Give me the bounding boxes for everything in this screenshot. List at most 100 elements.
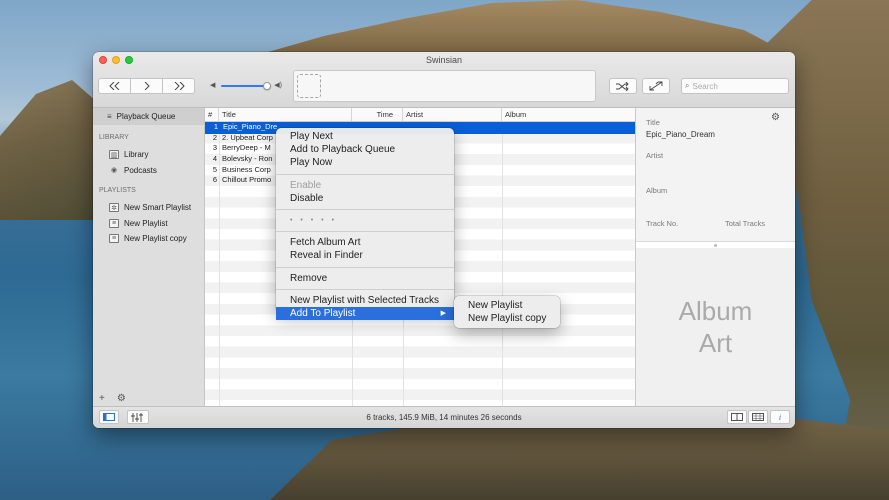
column-view-button[interactable] [727, 410, 747, 424]
playlists-header: PLAYLISTS [99, 187, 136, 194]
sidebar-item-label: Library [124, 150, 149, 160]
album-label: Album [646, 186, 668, 195]
grid-icon [752, 413, 764, 421]
play-button[interactable] [130, 78, 163, 94]
smart-playlist-icon: ✲ [109, 203, 119, 213]
column-header-number[interactable]: # [205, 108, 219, 121]
menu-separator [276, 208, 454, 210]
context-menu: Play Next Add to Playback Queue Play Now… [276, 128, 454, 321]
menu-item-enable: Enable [290, 179, 322, 191]
sidebar-item-library[interactable]: ▥ Library [93, 147, 204, 163]
previous-button[interactable] [98, 78, 131, 94]
search-field[interactable]: ⌕ Search [681, 78, 789, 94]
menu-item-label: Add To Playlist [290, 307, 356, 319]
search-icon: ⌕ [685, 81, 690, 90]
sidebar-item-playback-queue[interactable]: ≡ Playback Queue [93, 108, 204, 125]
menu-item-play-now[interactable]: Play Now [276, 156, 454, 169]
column-header-title[interactable]: Title [219, 108, 352, 121]
track-number: 1 [213, 122, 218, 131]
column-header-album[interactable]: Album [502, 108, 635, 121]
volume-slider[interactable]: ◀ ◀) [210, 81, 282, 91]
submenu-item-new-playlist-copy[interactable]: New Playlist copy [454, 312, 560, 325]
artist-label: Artist [646, 151, 664, 160]
album-art-text: Album [678, 296, 753, 326]
crossfade-button[interactable] [642, 78, 670, 94]
split-handle[interactable] [714, 244, 717, 247]
gear-icon[interactable]: ⚙ [771, 112, 780, 123]
track-number-row: Track No. Total Tracks [646, 219, 785, 228]
title-value[interactable]: Epic_Piano_Dream [646, 130, 785, 139]
track-info: ⚙ Title Epic_Piano_Dream Artist Album Tr… [636, 108, 795, 242]
volume-track [221, 85, 267, 87]
album-art-placeholder: Album Art [636, 248, 795, 406]
submenu-item-new-playlist[interactable]: New Playlist [454, 299, 560, 312]
sidebar-footer: + ⚙ [99, 393, 126, 404]
volume-knob[interactable] [263, 82, 271, 90]
sidebar-item-new-playlist[interactable]: ≡ New Playlist [93, 216, 204, 232]
search-placeholder: Search [692, 81, 718, 91]
menu-item-fetch-album-art[interactable]: Fetch Album Art [276, 236, 454, 249]
status-bar: 6 tracks, 145.9 MiB, 14 minutes 26 secon… [93, 406, 795, 428]
track-number: 6 [212, 175, 217, 185]
track-number: 2 [212, 132, 217, 142]
menu-separator [276, 231, 454, 233]
sidebar-item-label: Podcasts [124, 165, 157, 175]
rewind-icon [108, 82, 119, 90]
menu-item-add-to-playlist[interactable]: Add To Playlist ▶ [276, 306, 454, 321]
crossfade-icon [649, 81, 663, 91]
sidebar-item-label: New Playlist [124, 218, 168, 228]
track-number: 5 [212, 164, 217, 174]
toolbar: Swinsian ◀ ◀) ⌕ Search [93, 52, 795, 108]
sidebar-item-label: New Playlist copy [124, 234, 187, 244]
volume-low-icon: ◀ [210, 82, 216, 89]
menu-item-add-to-queue[interactable]: Add to Playback Queue [276, 143, 454, 156]
album-art-text: Art [698, 328, 733, 358]
columns-icon [731, 413, 743, 421]
play-icon [144, 82, 150, 90]
submenu-arrow-icon: ▶ [440, 309, 446, 317]
menu-separator [276, 288, 454, 290]
sidebar-item-podcasts[interactable]: ◉ Podcasts [93, 163, 204, 179]
info-button[interactable]: i [770, 410, 790, 424]
now-playing-display [293, 70, 596, 102]
menu-item-remove[interactable]: Remove [276, 272, 454, 285]
transport-controls [98, 78, 195, 94]
fast-forward-icon [174, 82, 185, 90]
volume-high-icon: ◀) [274, 82, 282, 89]
track-list-header: # Title Time Artist Album [205, 108, 635, 122]
menu-item-new-playlist-with-selected[interactable]: New Playlist with Selected Tracks [276, 294, 454, 307]
podcast-icon: ◉ [110, 167, 118, 175]
add-to-playlist-submenu: New Playlist New Playlist copy [454, 296, 560, 328]
sidebar-item-new-playlist-copy[interactable]: ≡ New Playlist copy [93, 231, 204, 247]
gear-icon[interactable]: ⚙ [117, 393, 126, 404]
menu-separator [276, 173, 454, 175]
now-playing-artwork [297, 74, 321, 98]
track-number: 4 [212, 154, 217, 164]
sidebar-item-label: Playback Queue [116, 112, 176, 121]
next-button[interactable] [162, 78, 195, 94]
info-icon: i [778, 412, 782, 422]
info-panel: ⚙ Title Epic_Piano_Dream Artist Album Tr… [635, 108, 795, 406]
shuffle-button[interactable] [609, 78, 637, 94]
sidebar: ≡ Playback Queue LIBRARY ▥ Library ◉ Pod… [93, 108, 205, 406]
shuffle-icon [616, 81, 629, 91]
add-playlist-button[interactable]: + [99, 393, 105, 404]
desktop-mountain-top [240, 0, 800, 60]
column-header-artist[interactable]: Artist [403, 108, 502, 121]
grid-view-button[interactable] [748, 410, 768, 424]
total-tracks-label: Total Tracks [724, 219, 765, 228]
title-label: Title [646, 118, 660, 127]
menu-item-reveal-in-finder[interactable]: Reveal in Finder [276, 249, 454, 262]
queue-icon: ≡ [107, 112, 112, 121]
menu-item-play-next[interactable]: Play Next [276, 130, 454, 143]
playlist-icon: ≡ [109, 234, 119, 244]
status-text: 6 tracks, 145.9 MiB, 14 minutes 26 secon… [366, 413, 522, 422]
menu-item-rating[interactable]: • • • • • [276, 214, 454, 227]
menu-separator [276, 266, 454, 268]
sidebar-item-label: New Smart Playlist [124, 203, 192, 213]
playlist-icon: ≡ [109, 218, 119, 228]
sidebar-item-new-smart-playlist[interactable]: ✲ New Smart Playlist [93, 200, 204, 216]
column-header-time[interactable]: Time [352, 108, 403, 121]
window-title: Swinsian [425, 55, 463, 65]
menu-item-disable[interactable]: Disable [276, 192, 454, 205]
